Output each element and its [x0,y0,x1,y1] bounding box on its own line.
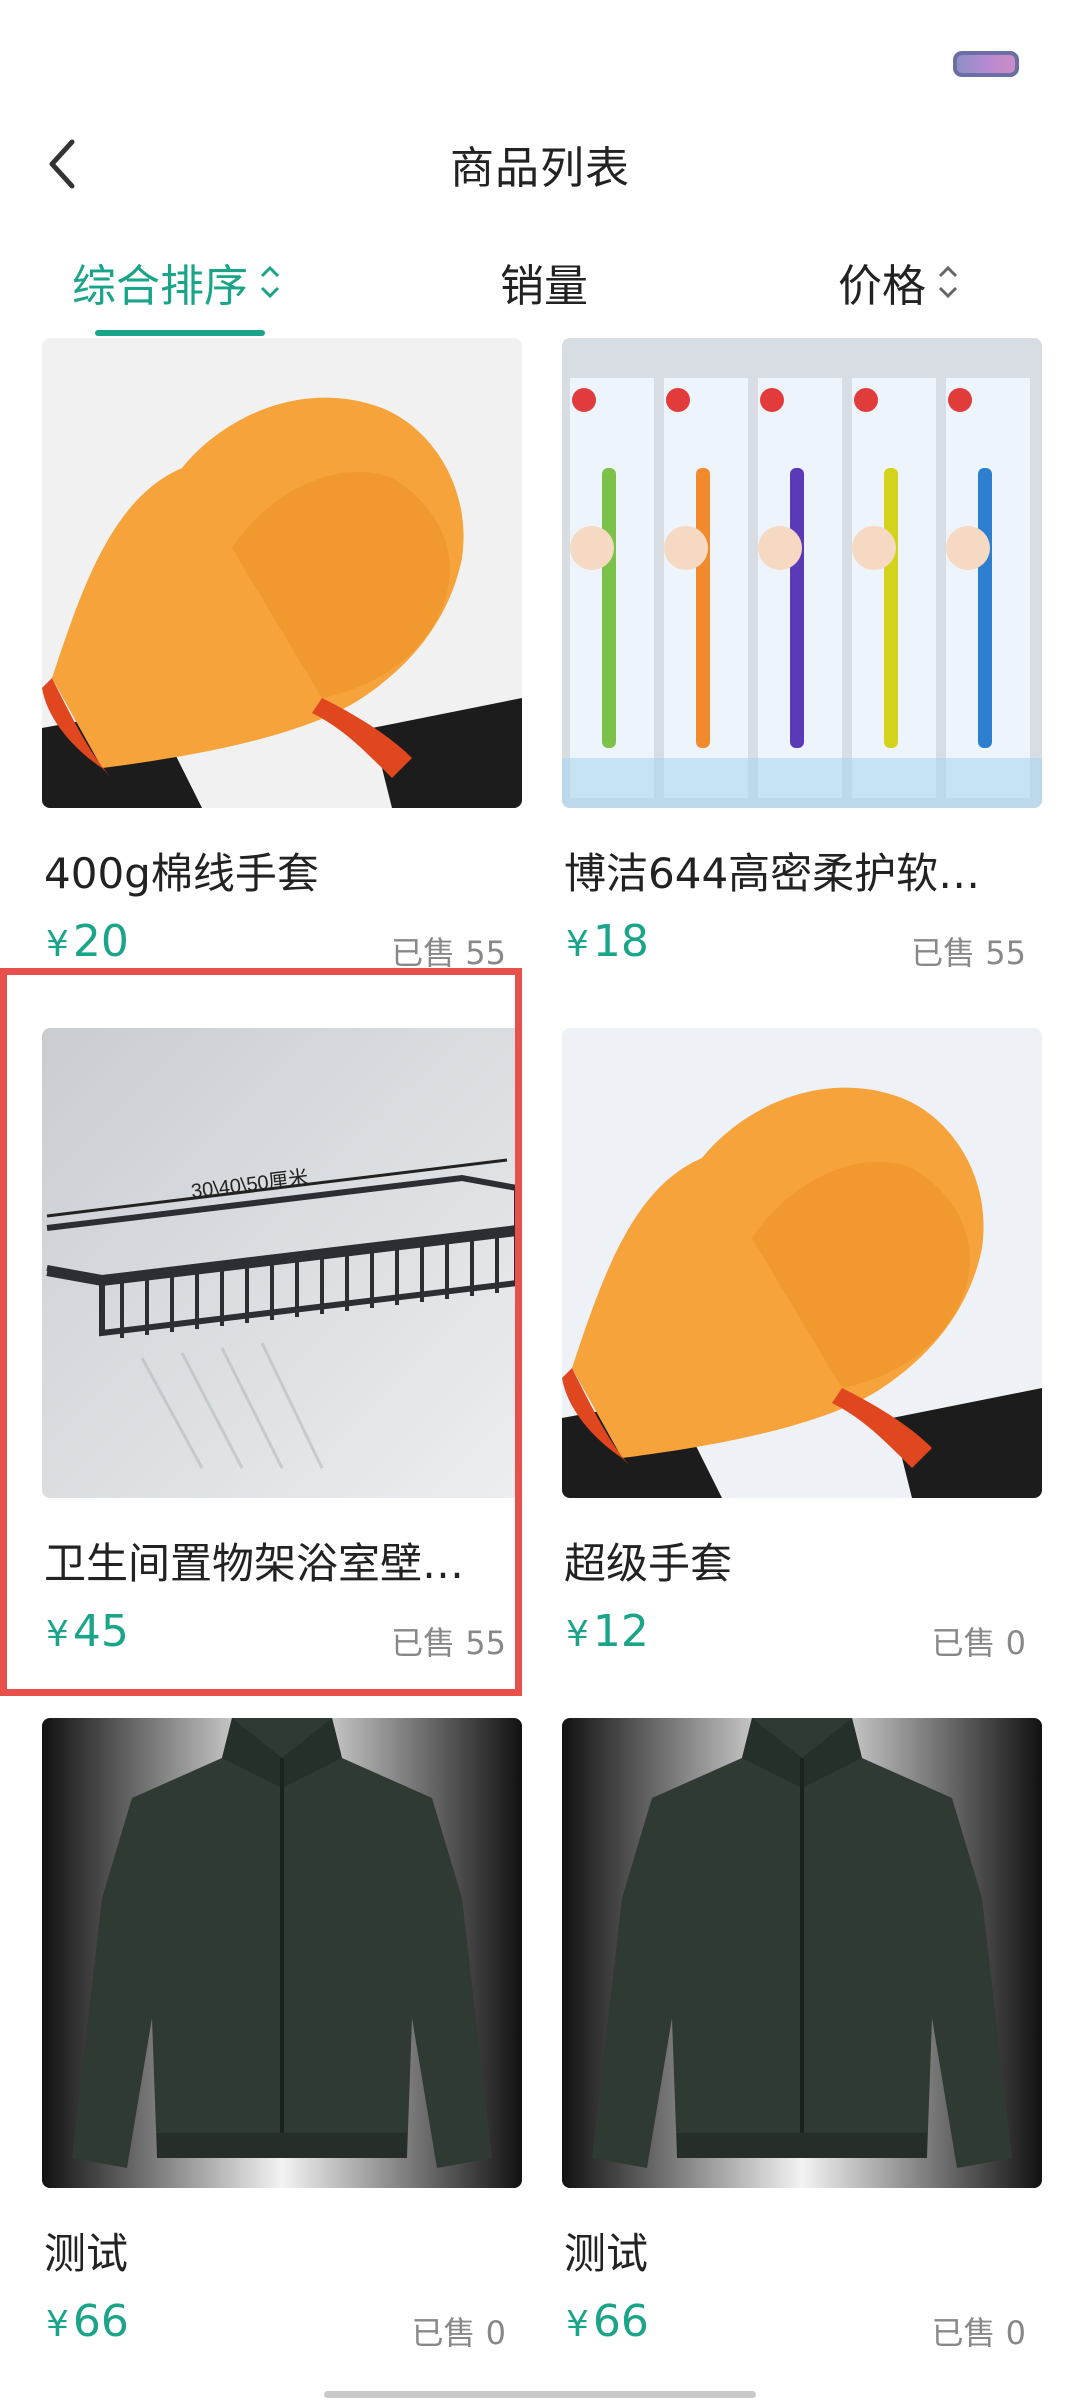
product-price: ¥18 [566,916,649,967]
home-indicator[interactable] [324,2391,756,2398]
product-name: 400g棉线手套 [44,849,319,898]
jacket-image [42,1718,522,2188]
gloves-image [562,1028,1042,1498]
toothbrush-image [562,338,1042,808]
sort-sales-label: 销量 [500,261,588,312]
product-name: 超级手套 [564,1539,733,1588]
jacket-image [562,1718,1042,2188]
product-price: ¥66 [566,2296,649,2347]
status-indicator-icon [953,51,1019,77]
product-name: 测试 [564,2229,649,2278]
sort-toggle-icon [938,265,958,299]
product-name: 博洁644高密柔护软… [564,849,981,898]
product-price: ¥20 [46,916,129,967]
sort-comprehensive-label: 综合排序 [72,261,248,312]
sold-count: 已售 55 [391,1624,506,1662]
product-name: 测试 [44,2229,129,2278]
sold-count: 已售 0 [411,2314,506,2352]
product-price: ¥66 [46,2296,129,2347]
product-price: ¥45 [46,1606,129,1657]
sort-bar: 综合排序 销量 价格 [0,250,1080,340]
sort-comprehensive-tab[interactable]: 综合排序 [72,250,282,314]
sold-count: 已售 55 [911,934,1026,972]
page-title: 商品列表 [450,143,630,194]
product-name: 卫生间置物架浴室壁… [44,1539,465,1588]
product-price: ¥12 [566,1606,649,1657]
sort-price-label: 价格 [838,261,926,312]
sort-price-tab[interactable]: 价格 [838,250,960,314]
sold-count: 已售 55 [391,934,506,972]
sort-toggle-icon [260,265,280,299]
gloves-image [42,338,522,808]
sold-count: 已售 0 [931,1624,1026,1662]
shelf-image: 30\40\50厘米 [42,1028,522,1498]
sort-sales-tab[interactable]: 销量 [500,250,588,314]
active-tab-underline [95,330,265,336]
sold-count: 已售 0 [931,2314,1026,2352]
